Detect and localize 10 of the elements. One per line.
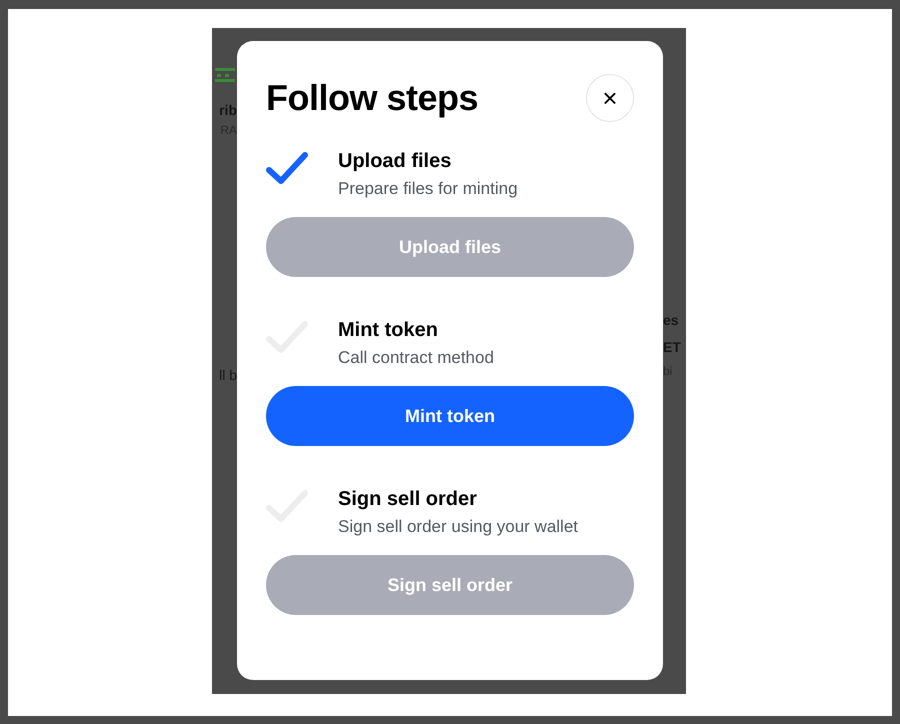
step-button[interactable]: Mint token — [266, 386, 634, 446]
step-description: Prepare files for minting — [338, 178, 518, 200]
step-title: Upload files — [338, 149, 452, 174]
step-description: Call contract method — [338, 347, 494, 369]
step-description: Sign sell order using your wallet — [338, 516, 578, 538]
close-button[interactable]: × — [586, 74, 634, 122]
step-title: Sign sell order — [338, 487, 478, 512]
step-title: Mint token — [338, 318, 439, 343]
dialog-title: Follow steps — [266, 77, 478, 119]
grid-icon — [215, 68, 235, 82]
